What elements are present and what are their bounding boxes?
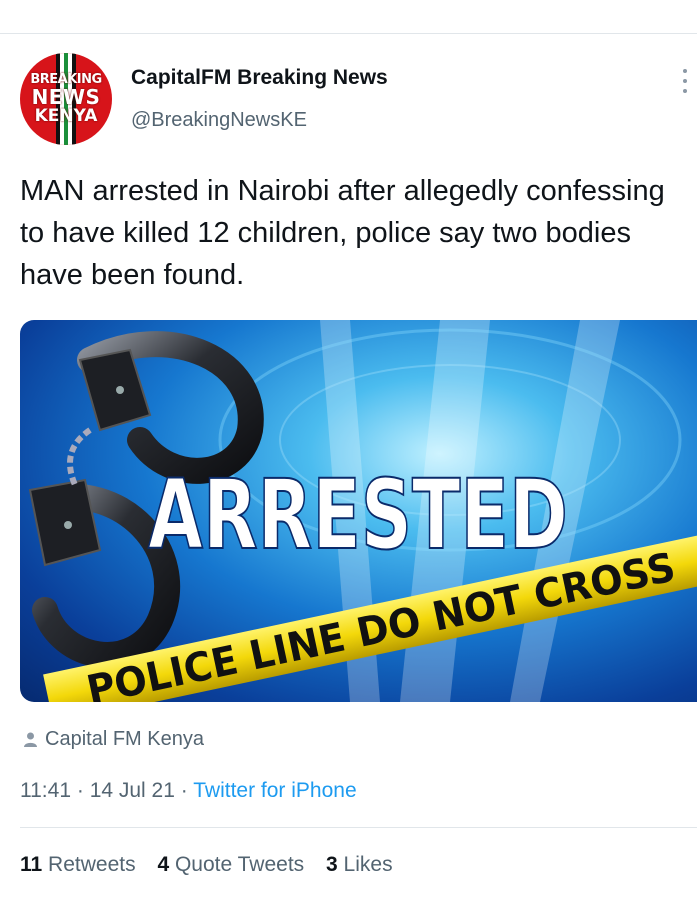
media-attribution[interactable]: Capital FM Kenya	[24, 728, 204, 751]
tweet-detail-page: BREAKING NEWS KENYA CapitalFM Breaking N…	[0, 0, 697, 900]
meta-separator-2: ·	[180, 779, 188, 802]
arrested-image-graphic: POLICE LINE DO NOT CROSS ARRESTED	[28, 320, 697, 702]
likes-label: Likes	[343, 853, 393, 876]
attribution-label: Capital FM Kenya	[45, 728, 204, 750]
avatar-logo-text: BREAKING NEWS KENYA	[20, 73, 112, 125]
engagement-stats: 11 Retweets 4 Quote Tweets 3 Likes	[20, 853, 393, 877]
likes-count: 3	[326, 853, 338, 876]
quotes-count: 4	[157, 853, 170, 876]
retweets-stat[interactable]: 11 Retweets	[20, 853, 136, 876]
meta-separator: ·	[76, 779, 84, 802]
quote-tweets-stat[interactable]: 4 Quote Tweets	[157, 853, 304, 876]
more-options-icon[interactable]	[681, 69, 689, 93]
tweet-date[interactable]: 14 Jul 21	[90, 779, 175, 802]
account-handle[interactable]: @BreakingNewsKE	[131, 109, 307, 132]
likes-stat[interactable]: 3 Likes	[326, 853, 393, 876]
tweet-meta: 11:41 · 14 Jul 21 · Twitter for iPhone	[20, 779, 357, 803]
top-divider	[0, 33, 697, 34]
person-icon	[24, 732, 37, 747]
tweet-source-link[interactable]: Twitter for iPhone	[193, 779, 356, 802]
tweet-time[interactable]: 11:41	[20, 779, 71, 802]
retweets-label: Retweets	[48, 853, 136, 876]
tweet-image[interactable]: POLICE LINE DO NOT CROSS ARRESTED	[20, 320, 697, 702]
avatar-line-2: NEWS	[31, 85, 101, 109]
retweets-count: 11	[20, 853, 43, 876]
tweet-text: MAN arrested in Nairobi after allegedly …	[20, 175, 665, 291]
account-name[interactable]: CapitalFM Breaking News	[131, 66, 388, 90]
stats-divider	[20, 827, 697, 828]
quotes-label: Quote Tweets	[174, 853, 305, 876]
avatar-line-3: KENYA	[34, 106, 98, 126]
image-headline: ARRESTED	[148, 459, 568, 571]
avatar[interactable]: BREAKING NEWS KENYA	[20, 53, 112, 145]
